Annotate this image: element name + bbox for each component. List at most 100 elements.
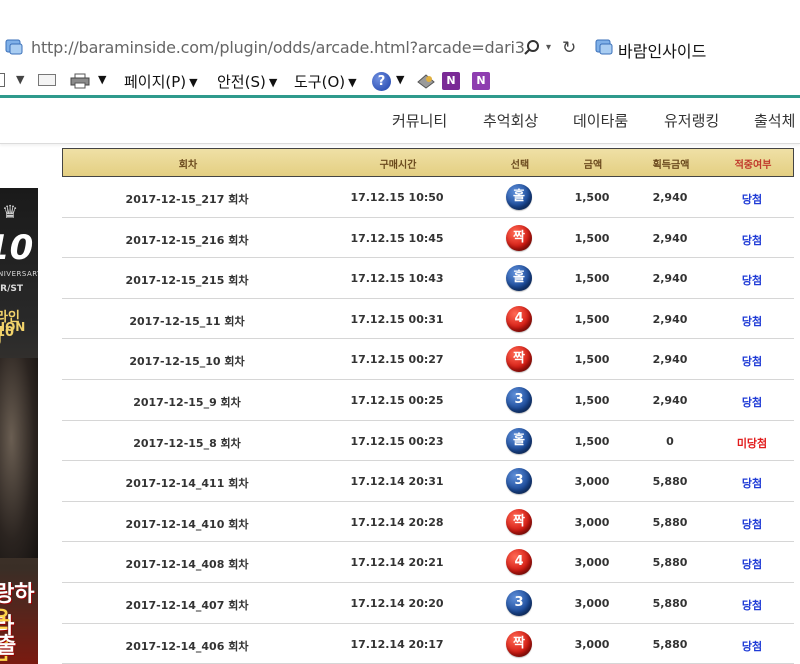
chevron-down-icon[interactable]: ▼: [98, 73, 106, 86]
banner-anniversary-number: 10: [0, 228, 34, 268]
chevron-down-icon[interactable]: ▾: [546, 42, 551, 53]
won-amount-cell: 5,880: [652, 596, 688, 610]
table-row: 2017-12-14_411 회차 17.12.14 20:31 3 3,000 5,8…: [62, 461, 794, 502]
header-amount: 금액: [583, 160, 603, 171]
amount-cell: 1,500: [574, 312, 610, 326]
buy-time-cell: 17.12.14 20:31: [350, 475, 444, 489]
amount-cell: 3,000: [574, 637, 610, 651]
amount-cell: 1,500: [574, 231, 610, 245]
table-row: 2017-12-14_406 회차 17.12.14 20:17 짝 3,000 5,8…: [62, 624, 794, 664]
nav-item-attendance[interactable]: 출석체: [754, 110, 795, 131]
chevron-down-icon[interactable]: ▼: [396, 73, 404, 86]
header-round: 회차: [178, 160, 198, 171]
search-icon[interactable]: [523, 39, 541, 57]
pick-ball: 짝: [506, 224, 532, 251]
ad-banner[interactable]: ♛ 10 NIVERSARY ER/ST 라인 10 SION U 랑하라 욘 …: [0, 188, 38, 664]
table-body: 2017-12-15_217 회차 17.12.15 10:50 홀 1,500 2,9…: [62, 177, 794, 664]
nav-item-user-ranking[interactable]: 유저랭킹: [664, 110, 719, 131]
amount-cell: 3,000: [574, 556, 610, 570]
url-text[interactable]: http://baraminside.com/plugin/odds/arcad…: [31, 38, 525, 57]
page-icon: [5, 39, 23, 55]
result-cell: 당첨: [741, 233, 763, 247]
command-bar: ▼ ▼ 페이지(P) ▼ 안전(S) ▼ 도구(O) ▼ ? ▼ N N: [0, 64, 800, 98]
round-cell: 2017-12-15_9 회차: [133, 395, 241, 409]
table-row: 2017-12-15_216 회차 17.12.15 10:45 짝 1,500 2,9…: [62, 218, 794, 259]
won-amount-cell: 2,940: [652, 353, 688, 367]
pick-ball: 4: [506, 305, 532, 332]
pick-ball: 4: [506, 549, 532, 576]
round-cell: 2017-12-15_217 회차: [125, 193, 249, 206]
buy-time-cell: 17.12.15 00:25: [350, 393, 444, 407]
amount-cell: 3,000: [574, 596, 610, 610]
amount-cell: 3,000: [574, 475, 610, 489]
won-amount-cell: 2,940: [652, 272, 688, 286]
amount-cell: 1,500: [574, 191, 610, 204]
tools-menu-label: 도구(O): [294, 73, 346, 91]
banner-anniversary-text: NIVERSARY: [0, 270, 38, 278]
buy-time-cell: 17.12.15 00:31: [350, 312, 444, 326]
result-cell: 당첨: [741, 355, 763, 369]
won-amount-cell: 5,880: [652, 637, 688, 651]
result-cell: 당첨: [741, 395, 763, 409]
won-amount-cell: 0: [666, 434, 674, 448]
pick-ball: 3: [506, 468, 532, 495]
result-cell: 당첨: [741, 639, 763, 653]
tab-title[interactable]: 바람인사이드: [618, 38, 706, 62]
won-amount-cell: 2,940: [652, 312, 688, 326]
buy-time-cell: 17.12.15 10:43: [350, 272, 444, 286]
pick-ball: 3: [506, 386, 532, 413]
table-row: 2017-12-15_217 회차 17.12.15 10:50 홀 1,500 2,9…: [62, 177, 794, 218]
header-buy-time: 구매시간: [379, 160, 417, 171]
round-cell: 2017-12-14_407 회차: [125, 598, 249, 612]
won-amount-cell: 5,880: [652, 515, 688, 529]
research-icon[interactable]: [416, 72, 436, 90]
safety-menu[interactable]: 안전(S) ▼: [217, 71, 277, 92]
onenote-icon[interactable]: N: [442, 72, 460, 90]
won-amount-cell: 2,940: [652, 393, 688, 407]
crown-icon: ♛: [2, 202, 19, 223]
mail-icon[interactable]: [38, 74, 56, 86]
result-cell: 미당첨: [736, 436, 768, 450]
amount-cell: 1,500: [574, 353, 610, 367]
nav-item-dataroom[interactable]: 데이타룸: [573, 110, 628, 131]
print-icon[interactable]: [70, 73, 90, 89]
won-amount-cell: 5,880: [652, 475, 688, 489]
banner-slogan: 출현!: [0, 634, 17, 659]
pick-ball: 홀: [506, 265, 532, 292]
result-cell: 당첨: [741, 274, 763, 288]
page-menu-label: 페이지(P): [124, 73, 187, 91]
amount-cell: 1,500: [574, 434, 610, 448]
help-icon[interactable]: ?: [372, 72, 391, 91]
home-icon[interactable]: [0, 73, 5, 87]
nav-item-memories[interactable]: 추억회상: [483, 110, 538, 131]
result-cell: 당첨: [741, 598, 763, 612]
round-cell: 2017-12-15_216 회차: [125, 233, 249, 247]
table-row: 2017-12-14_408 회차 17.12.14 20:21 4 3,000 5,8…: [62, 542, 794, 583]
round-cell: 2017-12-15_10 회차: [129, 355, 245, 369]
refresh-icon[interactable]: ↻: [562, 38, 576, 58]
result-cell: 당첨: [741, 314, 763, 328]
nav-item-community[interactable]: 커뮤니티: [392, 110, 447, 131]
safety-menu-label: 안전(S): [217, 73, 266, 91]
round-cell: 2017-12-14_408 회차: [125, 558, 249, 572]
result-cell: 당첨: [741, 558, 763, 572]
pick-ball: 짝: [506, 346, 532, 373]
table-header: 회차 구매시간 선택 금액 획득금액 적중여부: [62, 148, 794, 177]
banner-line: SION U: [0, 320, 26, 348]
round-cell: 2017-12-14_411 회차: [125, 477, 249, 491]
site-nav: 커뮤니티 추억회상 데이타룸 유저랭킹 출석체: [0, 98, 800, 144]
chevron-down-icon[interactable]: ▼: [16, 73, 24, 86]
address-bar[interactable]: http://baraminside.com/plugin/odds/arcad…: [0, 34, 800, 64]
page-menu[interactable]: 페이지(P) ▼: [124, 71, 198, 92]
result-cell: 당첨: [741, 193, 763, 206]
tab-favicon-icon: [595, 39, 613, 55]
table-row: 2017-12-15_215 회차 17.12.15 10:43 홀 1,500 2,9…: [62, 258, 794, 299]
onenote-send-icon[interactable]: N: [472, 72, 490, 90]
buy-time-cell: 17.12.14 20:20: [350, 596, 444, 610]
pick-ball: 홀: [506, 184, 532, 210]
table-row: 2017-12-15_11 회차 17.12.15 00:31 4 1,500 2,94…: [62, 299, 794, 340]
buy-time-cell: 17.12.15 10:45: [350, 231, 444, 245]
table-row: 2017-12-15_10 회차 17.12.15 00:27 짝 1,500 2,94…: [62, 339, 794, 380]
amount-cell: 3,000: [574, 515, 610, 529]
tools-menu[interactable]: 도구(O) ▼: [294, 71, 357, 92]
